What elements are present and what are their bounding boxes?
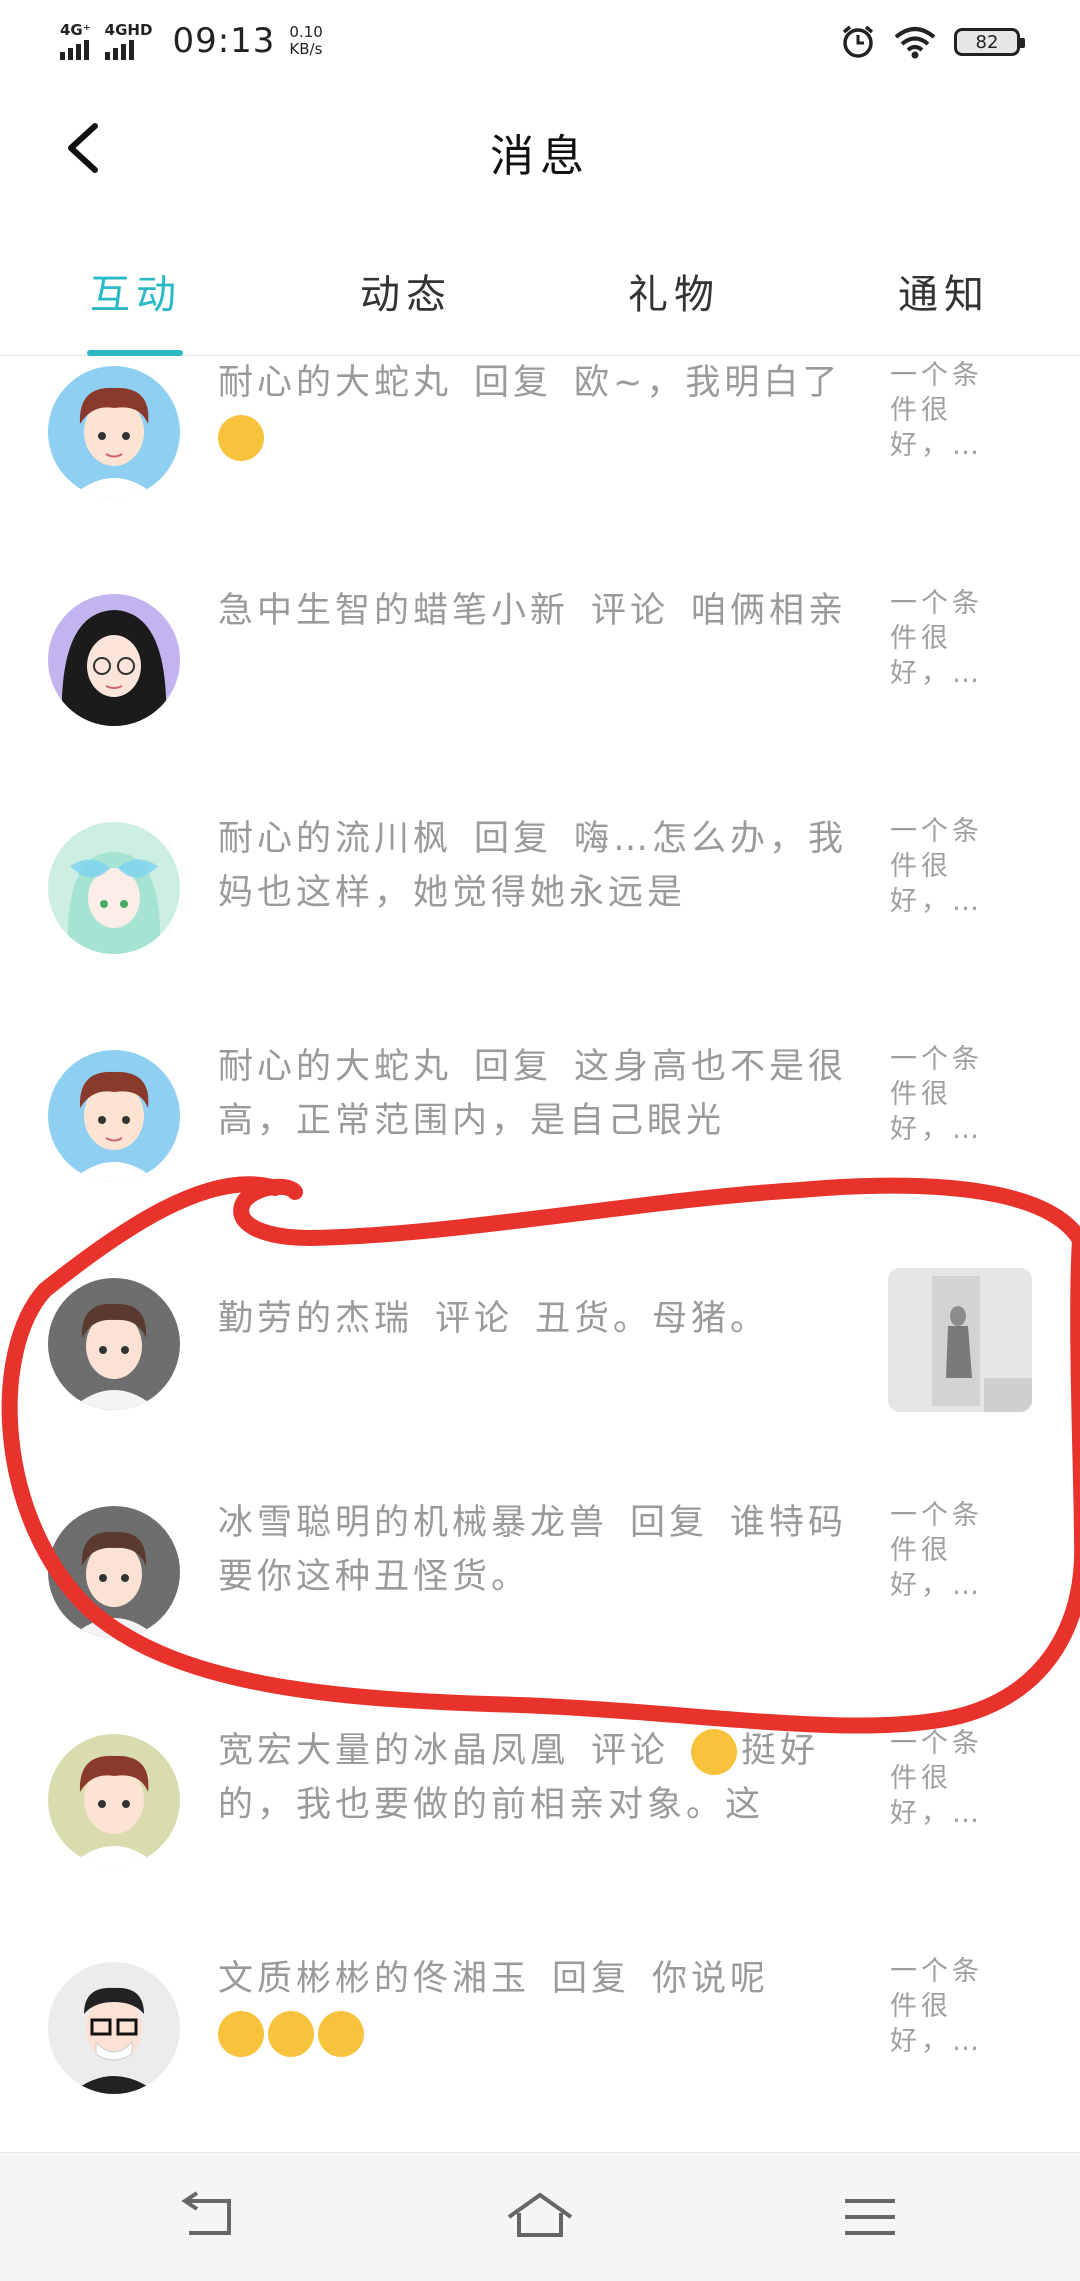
message-text[interactable]: 耐心的流川枫 回复 嗨…怎么办，我妈也这样，她觉得她永远是: [218, 812, 858, 920]
love-emoji-icon: [268, 2011, 314, 2057]
list-item[interactable]: 急中生智的蜡笔小新 评论 咱俩相亲 一个条件很好，…: [0, 584, 1080, 734]
tab-interaction[interactable]: 互动: [90, 262, 182, 320]
sender-name[interactable]: 宽宏大量的冰晶凤凰: [218, 1731, 569, 1771]
message-content: 丑货。母猪。: [535, 1299, 770, 1339]
list-item[interactable]: 文质彬彬的佟湘玉 回复 你说呢 一个条件很好，…: [0, 1952, 1080, 2102]
message-text[interactable]: 文质彬彬的佟湘玉 回复 你说呢: [218, 1952, 858, 2060]
tab-notifications[interactable]: 通知: [898, 262, 990, 320]
status-bar: 4G⁺ 4GHD 09:13 0.10 KB/s 82: [0, 0, 1080, 80]
avatar[interactable]: [48, 1278, 180, 1410]
message-content: 你说呢: [652, 1959, 770, 1999]
tab-gifts[interactable]: 礼物: [628, 262, 720, 320]
list-item[interactable]: 宽宏大量的冰晶凤凰 评论 挺好的，我也要做的前相亲对象。这 一个条件很好，…: [0, 1724, 1080, 1874]
original-post-snippet[interactable]: 一个条件很好，…: [890, 1498, 1010, 1603]
avatar[interactable]: [48, 1050, 180, 1182]
list-item[interactable]: 冰雪聪明的机械暴龙兽 回复 谁特码要你这种丑怪货。 一个条件很好，…: [0, 1496, 1080, 1646]
avatar[interactable]: [48, 366, 180, 498]
sender-name[interactable]: 勤劳的杰瑞: [218, 1299, 413, 1339]
sender-name[interactable]: 急中生智的蜡笔小新: [218, 591, 569, 631]
message-action: 回复: [474, 819, 553, 859]
message-content: 咱俩相亲: [691, 591, 848, 631]
thinking-emoji-icon: [691, 1729, 738, 1775]
message-text[interactable]: 耐心的大蛇丸 回复 欧~，我明白了: [218, 356, 858, 464]
list-item[interactable]: 耐心的大蛇丸 回复 欧~，我明白了 一个条件很好，…: [0, 356, 1080, 506]
original-post-snippet[interactable]: 一个条件很好，…: [890, 1726, 1010, 1831]
message-text[interactable]: 勤劳的杰瑞 评论 丑货。母猪。: [218, 1292, 858, 1346]
avatar[interactable]: [48, 1962, 180, 2094]
network-type-2: 4GHD: [104, 21, 153, 39]
battery-level: 82: [975, 31, 999, 53]
message-text[interactable]: 耐心的大蛇丸 回复 这身高也不是很高，正常范围内，是自己眼光: [218, 1040, 858, 1148]
avatar[interactable]: [48, 594, 180, 726]
network-type-1: 4G⁺: [60, 21, 91, 39]
page-title: 消息: [490, 131, 590, 182]
message-text[interactable]: 急中生智的蜡笔小新 评论 咱俩相亲: [218, 584, 858, 638]
battery-icon: 82: [954, 28, 1025, 56]
crying-emoji-icon: [218, 415, 264, 461]
love-emoji-icon: [218, 2011, 264, 2057]
home-nav-icon[interactable]: [505, 2187, 575, 2247]
avatar[interactable]: [48, 1506, 180, 1638]
sender-name[interactable]: 耐心的大蛇丸: [218, 1047, 452, 1087]
alarm-icon: [842, 25, 874, 58]
avatar[interactable]: [48, 1734, 180, 1866]
back-nav-icon[interactable]: [175, 2187, 245, 2247]
sender-name[interactable]: 文质彬彬的佟湘玉: [218, 1959, 530, 1999]
network-speed: 0.10 KB/s: [289, 24, 322, 58]
original-post-snippet[interactable]: 一个条件很好，…: [890, 586, 1010, 691]
original-post-snippet[interactable]: 一个条件很好，…: [890, 1954, 1010, 2059]
original-post-snippet[interactable]: 一个条件很好，…: [890, 1042, 1010, 1147]
message-content: 欧~，我明白了: [574, 363, 842, 403]
sender-name[interactable]: 耐心的大蛇丸: [218, 363, 452, 403]
list-item[interactable]: 耐心的大蛇丸 回复 这身高也不是很高，正常范围内，是自己眼光 一个条件很好，…: [0, 1040, 1080, 1190]
sender-name[interactable]: 耐心的流川枫: [218, 819, 452, 859]
original-post-snippet[interactable]: 一个条件很好，…: [890, 814, 1010, 919]
signal-icon-2: 4GHD: [104, 21, 153, 60]
tab-feed[interactable]: 动态: [360, 262, 452, 320]
message-action: 评论: [591, 1731, 670, 1771]
message-action: 回复: [552, 1959, 631, 1999]
message-action: 回复: [630, 1503, 709, 1543]
message-action: 回复: [474, 363, 553, 403]
message-action: 回复: [474, 1047, 553, 1087]
list-item[interactable]: 耐心的流川枫 回复 嗨…怎么办，我妈也这样，她觉得她永远是 一个条件很好，…: [0, 812, 1080, 962]
message-text[interactable]: 宽宏大量的冰晶凤凰 评论 挺好的，我也要做的前相亲对象。这: [218, 1724, 858, 1832]
menu-nav-icon[interactable]: [835, 2187, 905, 2247]
wifi-icon: [894, 27, 936, 59]
system-navigation-bar: [0, 2152, 1080, 2281]
list-item[interactable]: 勤劳的杰瑞 评论 丑货。母猪。: [0, 1268, 1080, 1418]
message-text[interactable]: 冰雪聪明的机械暴龙兽 回复 谁特码要你这种丑怪货。: [218, 1496, 858, 1604]
clock: 09:13: [172, 21, 276, 61]
avatar[interactable]: [48, 822, 180, 954]
sender-name[interactable]: 冰雪聪明的机械暴龙兽: [218, 1503, 608, 1543]
message-action: 评论: [435, 1299, 514, 1339]
speed-unit: KB/s: [289, 40, 323, 58]
love-emoji-icon: [318, 2011, 364, 2057]
original-post-snippet[interactable]: 一个条件很好，…: [890, 358, 1010, 463]
signal-icon: 4G⁺: [60, 22, 91, 60]
tab-bar: 互动 动态 礼物 通知: [0, 240, 1080, 356]
message-action: 评论: [591, 591, 670, 631]
post-photo-thumbnail[interactable]: [888, 1268, 1032, 1412]
speed-value: 0.10: [289, 23, 323, 41]
nav-header: 消息: [0, 80, 1080, 220]
